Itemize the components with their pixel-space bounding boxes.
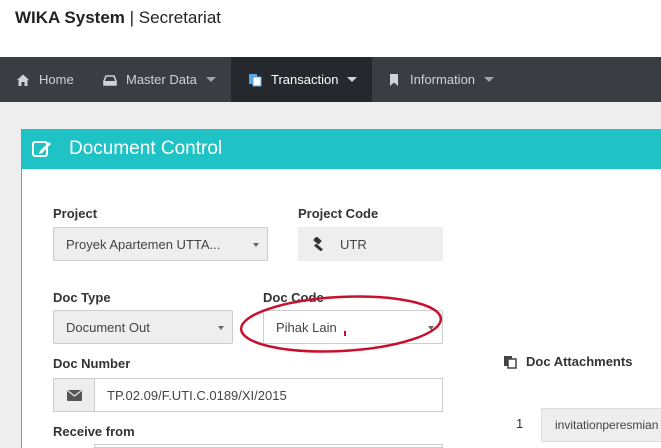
copy-icon <box>503 355 517 369</box>
brand-bar: WIKA System | Secretariat <box>0 0 661 57</box>
project-label: Project <box>53 206 98 221</box>
edit-icon <box>32 140 52 158</box>
app-name: WIKA System <box>15 8 125 27</box>
nav-label-home: Home <box>39 72 74 87</box>
project-select-value: Proyek Apartemen UTTA... <box>66 236 221 252</box>
attachment-name: invitationperesmian <box>555 418 659 432</box>
nav-item-transaction[interactable]: Transaction <box>231 57 372 102</box>
home-icon <box>16 73 30 87</box>
doc-number-value: TP.02.09/F.UTI.C.0189/XI/2015 <box>107 387 287 403</box>
project-code-field: UTR <box>340 227 443 261</box>
receive-from-field[interactable] <box>94 444 443 448</box>
main-navbar: Home Master Data Transaction Information <box>0 57 661 102</box>
project-code-label: Project Code <box>298 206 379 221</box>
project-code-value: UTR <box>340 236 367 252</box>
nav-label-information: Information <box>410 72 476 87</box>
nav-item-information[interactable]: Information <box>372 57 512 102</box>
transaction-icon <box>248 73 262 87</box>
envelope-icon <box>53 378 95 412</box>
panel-header: Document Control <box>22 130 661 169</box>
doc-code-label: Doc Code <box>263 290 324 305</box>
module-name: Secretariat <box>138 8 221 27</box>
gavel-icon <box>298 227 340 261</box>
chevron-down-icon <box>218 326 224 330</box>
nav-item-master-data[interactable]: Master Data <box>88 57 231 102</box>
chevron-down-icon <box>205 77 216 82</box>
doc-number-label: Doc Number <box>53 356 131 371</box>
attachment-item[interactable]: invitationperesmian <box>541 408 661 442</box>
chevron-down-icon <box>347 77 358 82</box>
receive-from-label: Receive from <box>53 424 135 439</box>
brand-separator: | <box>129 8 135 27</box>
doc-code-select[interactable]: Pihak Lain <box>263 310 443 344</box>
doc-type-label: Doc Type <box>53 290 111 305</box>
project-select[interactable]: Proyek Apartemen UTTA... <box>53 227 268 261</box>
panel-title: Document Control <box>69 138 223 159</box>
brand: WIKA System | Secretariat <box>15 8 221 28</box>
doc-type-select-value: Document Out <box>66 319 150 335</box>
master-data-icon <box>103 73 117 87</box>
doc-attachments-label: Doc Attachments <box>526 354 633 369</box>
bookmark-icon <box>387 73 401 87</box>
nav-label-transaction: Transaction <box>271 72 339 87</box>
doc-attachments-title: Doc Attachments <box>503 354 632 369</box>
doc-code-select-value: Pihak Lain <box>276 319 337 335</box>
chevron-down-icon <box>428 326 434 330</box>
attachment-number: 1 <box>516 416 524 431</box>
doc-type-select[interactable]: Document Out <box>53 310 233 344</box>
nav-label-master-data: Master Data <box>126 72 197 87</box>
doc-number-field[interactable]: TP.02.09/F.UTI.C.0189/XI/2015 <box>94 378 443 412</box>
chevron-down-icon <box>484 77 495 82</box>
chevron-down-icon <box>253 243 259 247</box>
nav-item-home[interactable]: Home <box>0 57 88 102</box>
